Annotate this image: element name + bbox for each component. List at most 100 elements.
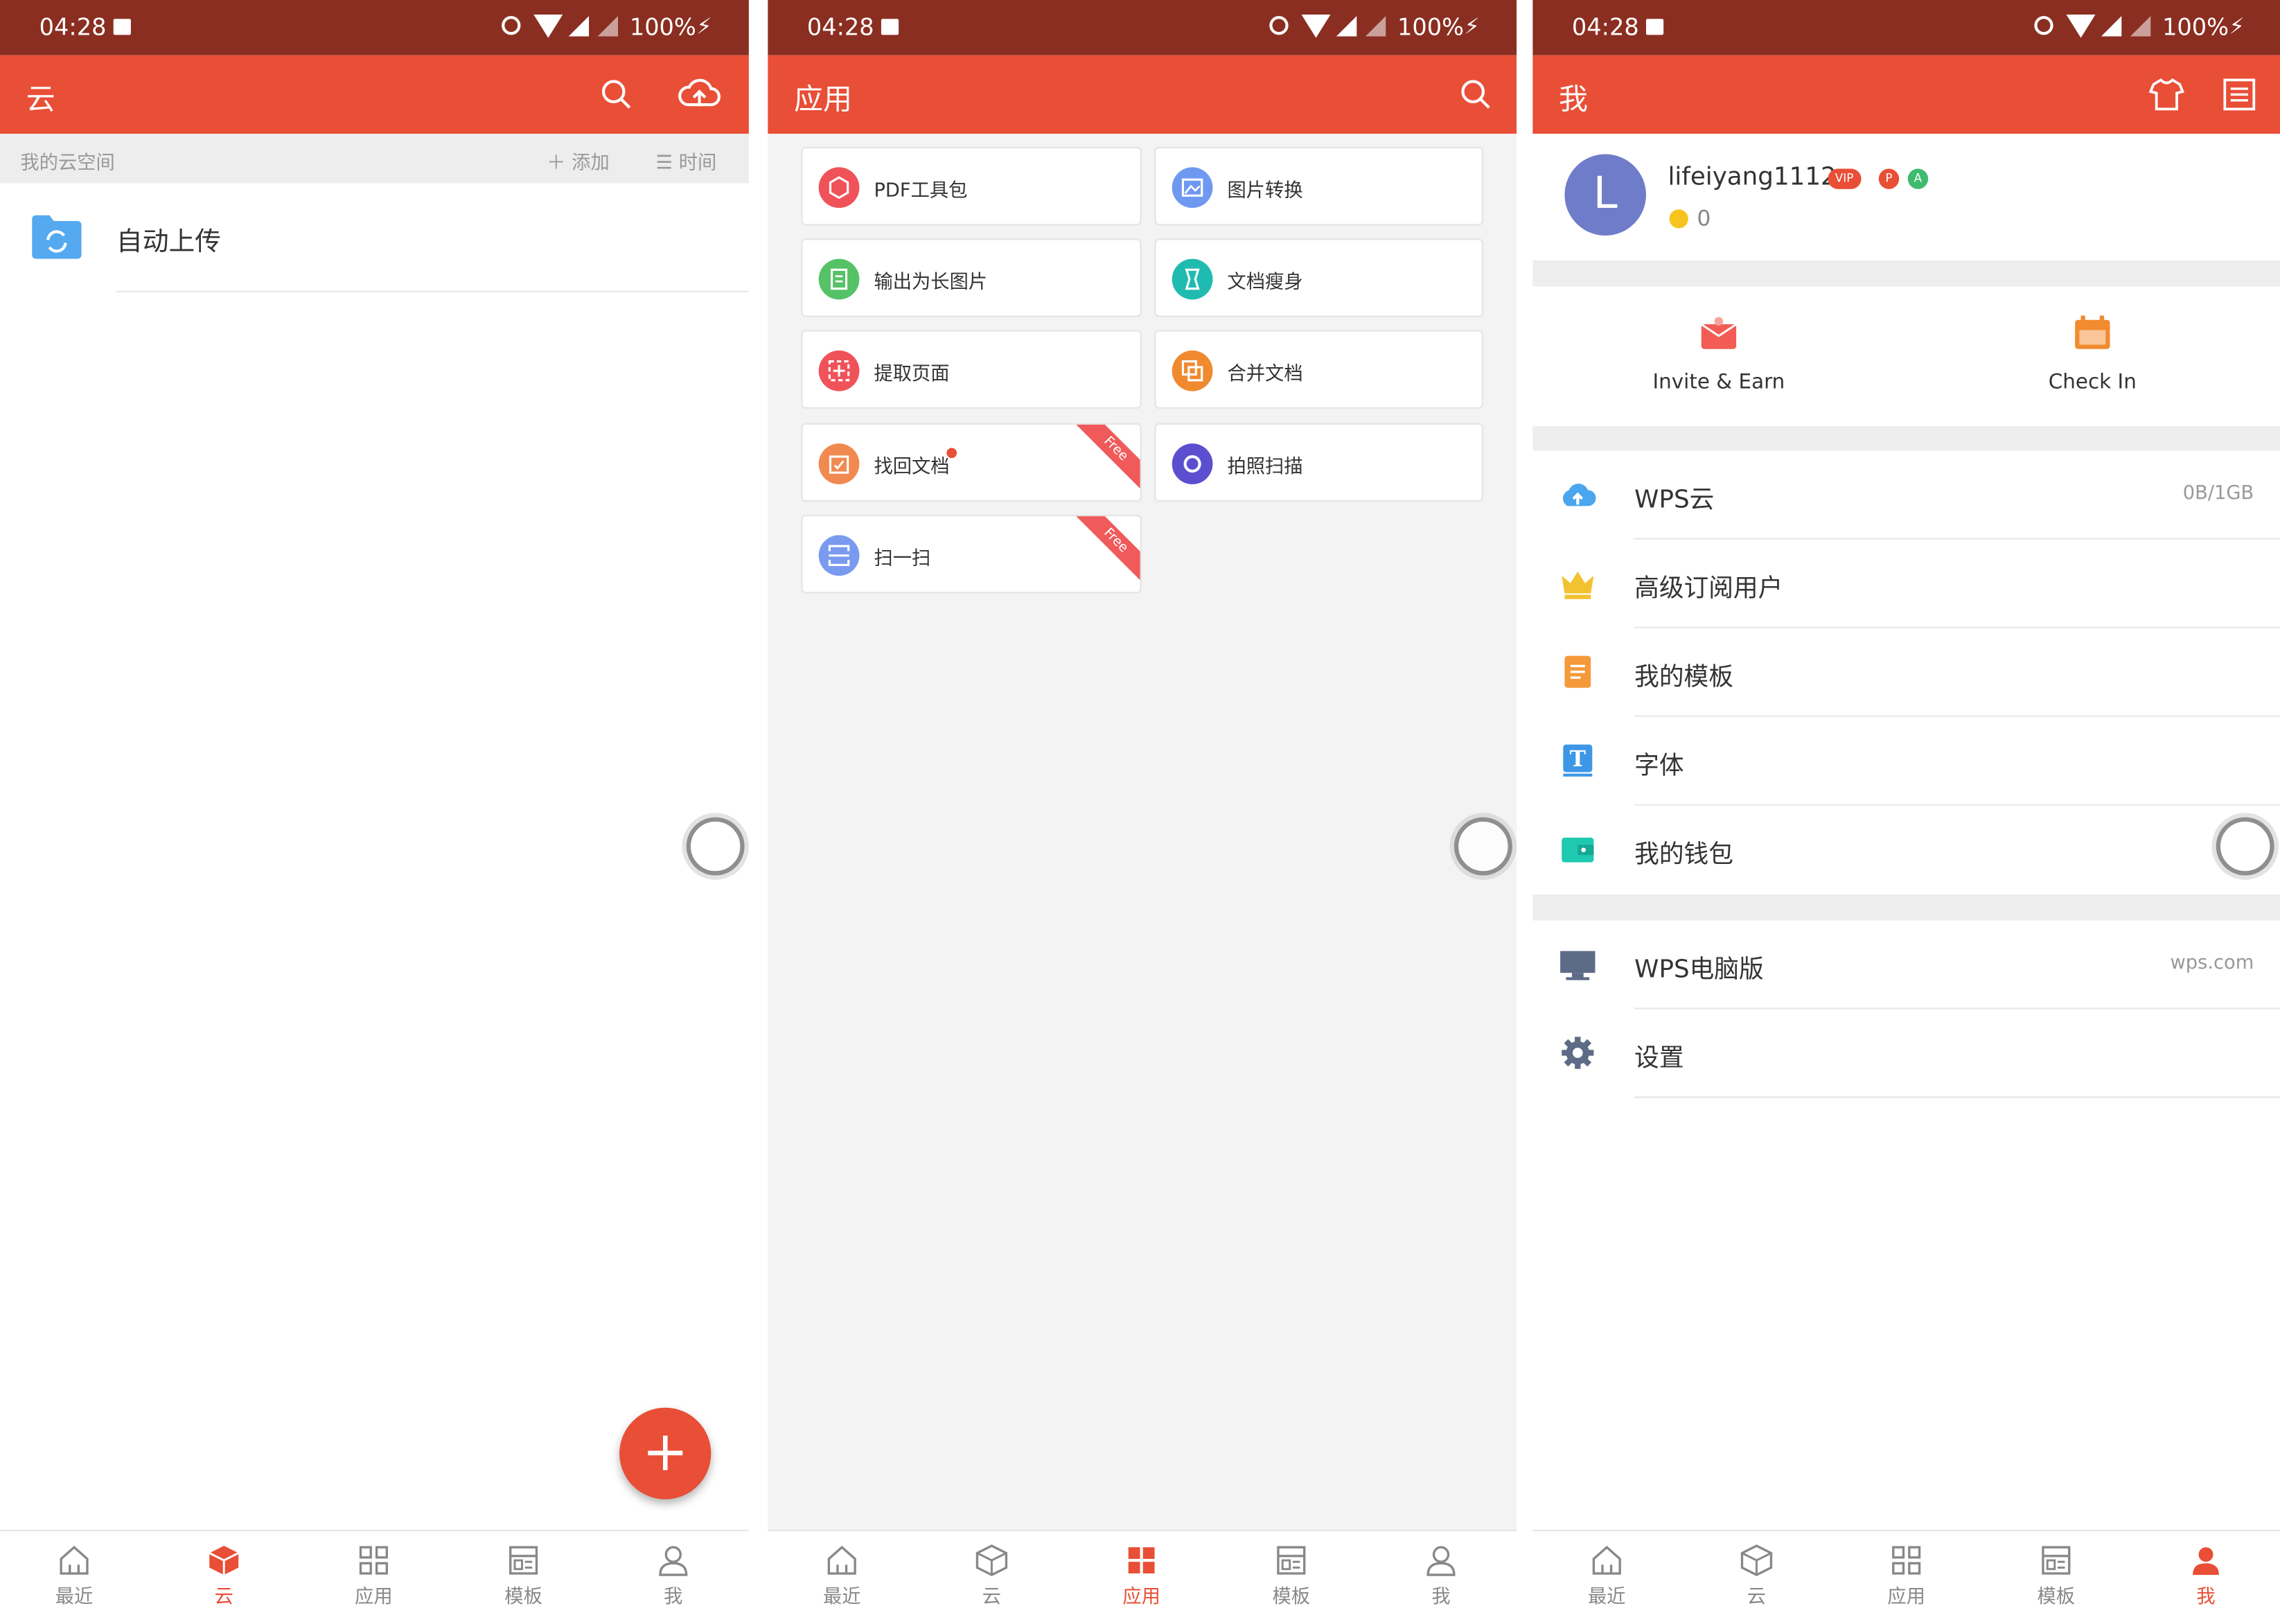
long-image-icon: [818, 258, 860, 300]
row-wps-cloud[interactable]: WPS云 0B/1GB: [1532, 450, 2280, 540]
nav-templates[interactable]: 模板: [480, 1543, 567, 1608]
app-card-extract-pages[interactable]: 提取页面: [801, 330, 1142, 409]
nav-me[interactable]: 我: [630, 1543, 717, 1608]
status-bar: 04:28 100% ⚡: [1532, 0, 2280, 55]
cloud-space-bar: 我的云空间 ＋ 添加 ☰ 时间: [0, 134, 749, 184]
app-card-merge-docs[interactable]: 合并文档: [1154, 330, 1483, 409]
row-wallet[interactable]: 我的钱包: [1532, 805, 2280, 894]
status-time: 04:28: [1571, 12, 1639, 41]
row-label: 我的钱包: [1634, 840, 1733, 870]
row-premium[interactable]: 高级订阅用户: [1532, 539, 2280, 628]
apps-grid: PDF工具包 图片转换 输出为长图片 文档瘦身 提取页面 合并文档 找回文档 F…: [768, 134, 1517, 1532]
gift-icon: [1700, 317, 1737, 349]
app-card-qr-scan[interactable]: 扫一扫 Free: [801, 515, 1142, 594]
grid-icon: [1128, 1547, 1155, 1574]
cloud-screen: 04:28 100% ⚡ 云 我的云空间 ＋ 添加 ☰ 时间 自动上传 + 最近…: [0, 0, 749, 1624]
app-card-label: 输出为长图片: [874, 272, 988, 294]
nav-recent-label: 最近: [822, 1586, 861, 1609]
cloud-upload-icon: [1562, 484, 1596, 506]
app-card-recover-docs[interactable]: 找回文档 Free: [801, 423, 1142, 502]
nav-recent[interactable]: 最近: [798, 1543, 885, 1608]
ad-badge-icon: A: [1907, 168, 1929, 189]
nav-recent[interactable]: 最近: [30, 1543, 118, 1608]
nav-apps[interactable]: 应用: [1863, 1543, 1950, 1608]
app-bar: 云: [0, 55, 749, 134]
app-card-label: 文档瘦身: [1227, 272, 1303, 294]
app-card-label: 扫一扫: [874, 548, 931, 570]
app-card-pdf-tools[interactable]: PDF工具包: [801, 146, 1142, 226]
app-card-photo-scan[interactable]: 拍照扫描: [1154, 423, 1483, 502]
shirt-icon[interactable]: [2148, 76, 2186, 114]
battery-level: 100%: [1397, 12, 1465, 41]
image-icon: [1172, 167, 1213, 209]
nav-apps-label: 应用: [355, 1586, 393, 1609]
image-notification-icon: [1645, 19, 1664, 35]
vip-badge: VIP: [1828, 168, 1861, 189]
folder-label: 自动上传: [116, 227, 222, 258]
row-my-templates[interactable]: 我的模板: [1532, 628, 2280, 717]
sync-folder-icon: [32, 215, 82, 259]
home-icon: [1592, 1545, 1621, 1575]
nav-apps[interactable]: 应用: [1098, 1543, 1185, 1608]
app-card-slim-doc[interactable]: 文档瘦身: [1154, 238, 1483, 317]
nav-cloud[interactable]: 云: [948, 1543, 1035, 1608]
qr-scan-icon: [818, 535, 860, 576]
new-dot: [946, 448, 957, 459]
free-ribbon: Free: [1072, 516, 1140, 585]
app-card-long-image[interactable]: 输出为长图片: [801, 238, 1142, 317]
charging-icon: ⚡: [696, 12, 712, 39]
check-in-button[interactable]: Check In: [2005, 315, 2180, 394]
signal-icon: [568, 16, 590, 37]
floating-assist-button[interactable]: [2216, 817, 2274, 876]
app-card-label: 图片转换: [1227, 180, 1303, 202]
grid-icon: [1892, 1546, 1921, 1575]
floating-assist-button[interactable]: [1453, 817, 1512, 876]
nav-recent-label: 最近: [1587, 1586, 1626, 1609]
cloud-upload-icon[interactable]: [678, 76, 721, 114]
nav-cloud[interactable]: 云: [180, 1543, 267, 1608]
folder-item-auto-upload[interactable]: 自动上传: [0, 183, 749, 292]
nav-recent[interactable]: 最近: [1563, 1543, 1650, 1608]
wps-link[interactable]: wps.com: [2170, 953, 2254, 974]
nav-templates[interactable]: 模板: [2013, 1543, 2100, 1608]
signal-icon-2: [2130, 16, 2151, 37]
invite-earn-button[interactable]: Invite & Earn: [1632, 315, 1806, 394]
row-settings[interactable]: 设置: [1532, 1009, 2280, 1098]
nav-apps[interactable]: 应用: [330, 1543, 417, 1608]
coin-icon: [1669, 209, 1688, 229]
app-card-label: 找回文档: [874, 457, 950, 479]
app-card-label: 提取页面: [874, 363, 950, 386]
sort-button[interactable]: ☰ 时间: [656, 147, 717, 174]
alarm-icon: [2034, 16, 2053, 35]
user-icon: [659, 1546, 688, 1576]
battery-level: 100%: [629, 12, 696, 41]
nav-me[interactable]: 我: [2162, 1543, 2250, 1608]
add-fab-button[interactable]: +: [619, 1407, 712, 1499]
search-icon[interactable]: [1457, 76, 1495, 114]
app-bar: 应用: [768, 55, 1517, 134]
settings-icon: [1562, 1036, 1594, 1069]
row-wps-desktop[interactable]: WPS电脑版 wps.com: [1532, 920, 2280, 1009]
quick-actions: Invite & Earn Check In: [1532, 286, 2280, 426]
add-button[interactable]: ＋ 添加: [547, 147, 610, 174]
image-notification-icon: [113, 19, 131, 35]
app-bar: 我: [1532, 55, 2280, 134]
nav-cloud[interactable]: 云: [1713, 1543, 1801, 1608]
list-icon[interactable]: [2220, 76, 2259, 114]
profile-header[interactable]: L lifeiyang1112 VIP P A 0: [1532, 134, 2280, 261]
signal-icon: [1336, 16, 1357, 37]
status-bar: 04:28 100% ⚡: [0, 0, 749, 55]
nav-cloud-label: 云: [982, 1586, 1002, 1609]
app-card-image-convert[interactable]: 图片转换: [1154, 146, 1483, 226]
wifi-icon: [2066, 14, 2096, 38]
avatar[interactable]: L: [1564, 154, 1646, 236]
home-icon: [827, 1545, 856, 1575]
nav-me[interactable]: 我: [1397, 1543, 1485, 1608]
apps-screen: 04:28 100% ⚡ 应用 PDF工具包 图片转换 输出为长图片 文档瘦身: [768, 0, 1517, 1624]
crown-icon: [1562, 571, 1594, 599]
row-fonts[interactable]: T 字体: [1532, 716, 2280, 806]
floating-assist-button[interactable]: [686, 817, 745, 876]
nav-templates[interactable]: 模板: [1248, 1543, 1335, 1608]
bottom-nav: 最近 云 应用 模板 我: [0, 1530, 749, 1624]
search-icon[interactable]: [598, 76, 636, 114]
